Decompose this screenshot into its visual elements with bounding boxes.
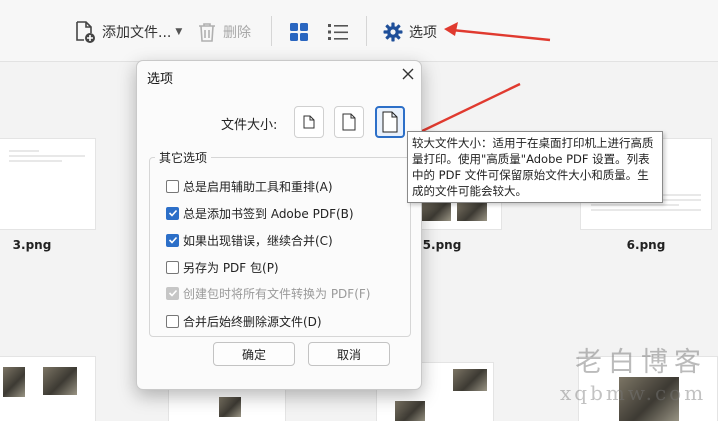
watermark-text: 老白博客 bbox=[575, 347, 707, 378]
checkbox-disabled bbox=[166, 286, 179, 300]
checkbox-checked[interactable] bbox=[166, 206, 179, 220]
option-save-as-pdf-package[interactable]: 另存为 PDF 包(P) bbox=[166, 258, 279, 276]
option-continue-on-error[interactable]: 如果出现错误，继续合并(C) bbox=[166, 231, 333, 249]
thumbnail-label: 3.png bbox=[12, 238, 52, 252]
close-icon bbox=[402, 68, 414, 80]
small-page-icon bbox=[303, 115, 315, 129]
cancel-button[interactable]: 取消 bbox=[308, 342, 390, 366]
thumbnail-content bbox=[9, 147, 85, 165]
options-dialog: 选项 文件大小: 其它选项 总是启用辅助工具和重排(A) 总是添加书签到 Ado… bbox=[136, 60, 422, 390]
page-thumbnail[interactable] bbox=[0, 138, 96, 230]
option-label: 另存为 PDF 包(P) bbox=[183, 260, 279, 275]
option-label: 合并后始终删除源文件(D) bbox=[183, 314, 322, 329]
thumbnail-photo bbox=[43, 367, 77, 395]
other-options-title: 其它选项 bbox=[155, 149, 212, 166]
dialog-title: 选项 bbox=[147, 72, 174, 87]
thumbnail-photo bbox=[421, 201, 451, 221]
annotation-arrow bbox=[451, 28, 551, 42]
thumbnail-photo bbox=[3, 367, 25, 397]
checkbox[interactable] bbox=[166, 179, 179, 193]
thumbnail-photo bbox=[453, 369, 487, 391]
option-label: 如果出现错误，继续合并(C) bbox=[183, 233, 333, 248]
ok-button[interactable]: 确定 bbox=[213, 342, 295, 366]
annotation-arrow bbox=[417, 82, 521, 135]
large-page-icon bbox=[382, 111, 398, 133]
thumbnail-photo bbox=[219, 397, 241, 417]
option-add-bookmarks[interactable]: 总是添加书签到 Adobe PDF(B) bbox=[166, 204, 354, 222]
file-size-medium-button[interactable] bbox=[334, 106, 364, 138]
page-thumbnail[interactable] bbox=[168, 388, 286, 421]
checkbox-checked[interactable] bbox=[166, 233, 179, 247]
checkmark-icon bbox=[168, 236, 177, 244]
option-convert-all-to-pdf: 创建包时将所有文件转换为 PDF(F) bbox=[166, 284, 370, 302]
option-label: 创建包时将所有文件转换为 PDF(F) bbox=[183, 286, 371, 301]
checkmark-icon bbox=[168, 289, 177, 297]
checkbox[interactable] bbox=[166, 260, 179, 274]
option-enable-accessibility[interactable]: 总是启用辅助工具和重排(A) bbox=[166, 177, 333, 195]
thumbnail-photo bbox=[395, 401, 425, 421]
annotation-arrowhead bbox=[444, 22, 458, 36]
file-size-large-button[interactable] bbox=[375, 106, 405, 138]
close-button[interactable] bbox=[399, 65, 417, 83]
watermark-url: xqbmw.com bbox=[560, 381, 707, 405]
option-delete-source-files[interactable]: 合并后始终删除源文件(D) bbox=[166, 312, 322, 330]
file-size-tooltip: 较大文件大小：适用于在桌面打印机上进行高质量打印。使用"高质量"Adobe PD… bbox=[407, 131, 663, 203]
option-label: 总是启用辅助工具和重排(A) bbox=[183, 179, 333, 194]
file-size-small-button[interactable] bbox=[294, 106, 324, 138]
thumbnail-label: 6.png bbox=[626, 238, 666, 252]
checkmark-icon bbox=[168, 209, 177, 217]
thumbnail-photo bbox=[457, 201, 487, 221]
checkbox[interactable] bbox=[166, 314, 179, 328]
medium-page-icon bbox=[342, 113, 356, 131]
option-label: 总是添加书签到 Adobe PDF(B) bbox=[183, 206, 354, 221]
file-size-label: 文件大小: bbox=[221, 118, 278, 133]
page-thumbnail[interactable] bbox=[0, 356, 96, 421]
